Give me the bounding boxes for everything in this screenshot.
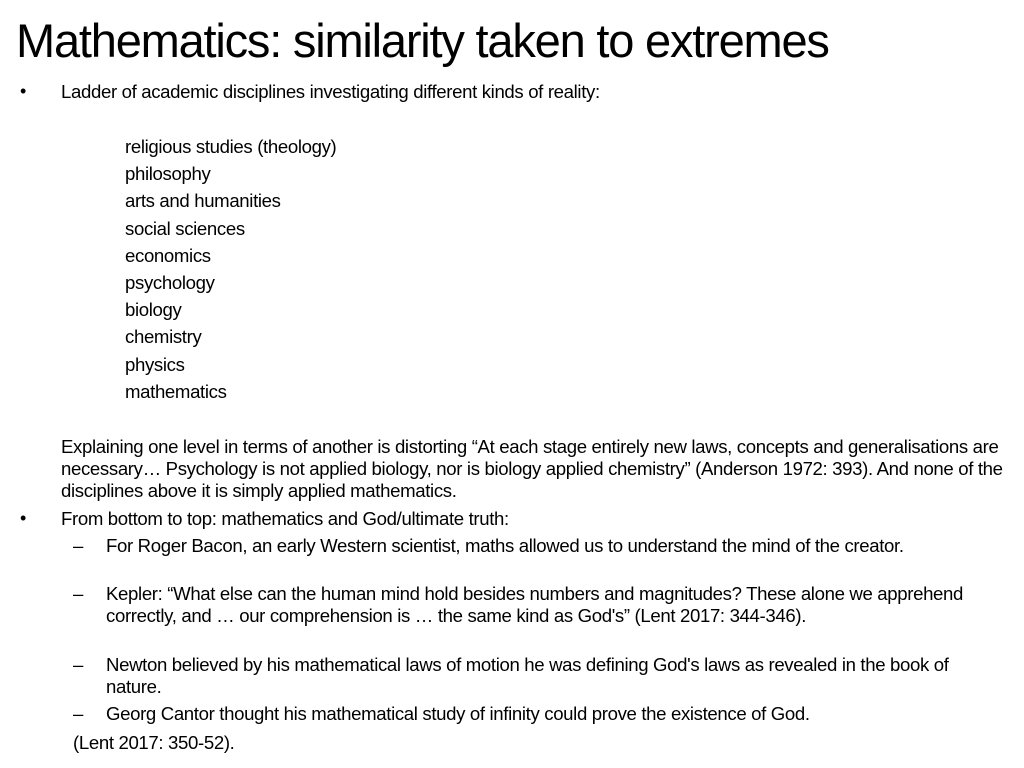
subitem-newton: Newton believed by his mathematical laws…: [106, 654, 949, 697]
ladder-item: mathematics: [125, 380, 227, 402]
subitem-bacon: For Roger Bacon, an early Western scient…: [106, 535, 904, 556]
reference-citation: (Lent 2017: 350-52).: [73, 732, 235, 753]
ladder-item: chemistry: [125, 326, 202, 348]
ladder-item: philosophy: [125, 163, 211, 185]
ladder-item: religious studies (theology): [125, 136, 337, 157]
ladder-item: psychology: [125, 271, 215, 293]
ladder-item: biology: [125, 299, 182, 321]
slide-title: Mathematics: similarity taken to extreme…: [16, 14, 830, 67]
disciplines-ladder: religious studies (theology) philosophy …: [125, 133, 337, 405]
dash-icon: –: [73, 654, 83, 675]
explanation-paragraph: Explaining one level in terms of another…: [61, 436, 1003, 501]
subitem-cantor: Georg Cantor thought his mathematical st…: [106, 703, 810, 724]
slide: Mathematics: similarity taken to extreme…: [0, 0, 1024, 768]
dash-icon: –: [73, 535, 83, 556]
dash-icon: –: [73, 583, 83, 604]
bullet-1-text: Ladder of academic disciplines investiga…: [61, 81, 600, 102]
bullet-icon: •: [20, 508, 26, 528]
ladder-item: social sciences: [125, 217, 245, 239]
ladder-item: economics: [125, 244, 211, 266]
dash-icon: –: [73, 703, 83, 724]
bullet-icon: •: [20, 81, 26, 101]
ladder-item: arts and humanities: [125, 190, 281, 212]
ladder-item: physics: [125, 353, 185, 375]
subitem-kepler: Kepler: “What else can the human mind ho…: [106, 583, 964, 626]
bullet-2-text: From bottom to top: mathematics and God/…: [61, 508, 509, 529]
